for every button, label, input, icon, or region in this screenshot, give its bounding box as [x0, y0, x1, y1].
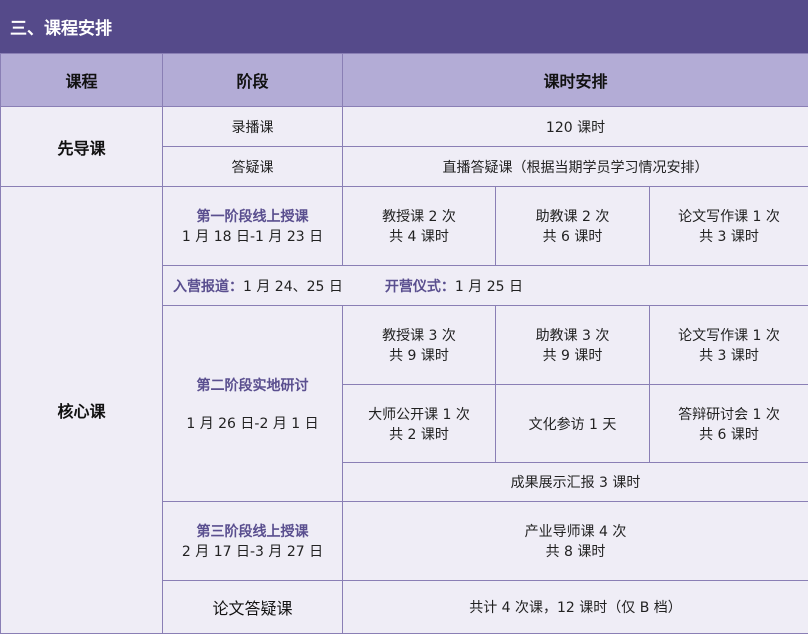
schedule-qa: 直播答疑课（根据当期学员学习情况安排）	[343, 147, 808, 187]
cell-line1: 教授课 2 次	[343, 206, 495, 226]
cell-line1: 助教课 2 次	[496, 206, 649, 226]
cell-line1: 助教课 3 次	[496, 325, 649, 345]
cell-line2: 共 9 课时	[343, 345, 495, 365]
course-thesis: 论文答疑课	[163, 581, 343, 634]
checkin-info-row: 入营报道：1 月 24、25 日 开营仪式：1 月 25 日	[163, 266, 808, 306]
cell-line2: 共 3 课时	[650, 345, 808, 365]
phase2-cell-assistant: 助教课 3 次 共 9 课时	[496, 306, 650, 385]
phase3-schedule: 产业导师课 4 次 共 8 课时	[343, 502, 808, 581]
stage-qa: 答疑课	[163, 147, 343, 187]
stage-recorded: 录播课	[163, 107, 343, 147]
checkin-label: 入营报道：	[173, 279, 243, 295]
checkin-value: 1 月 24、25 日	[243, 279, 343, 295]
cell-line1: 产业导师课 4 次	[343, 521, 808, 541]
cell-line1: 大师公开课 1 次	[343, 404, 495, 424]
phase3-dates: 2 月 17 日-3 月 27 日	[163, 541, 342, 561]
phase3-name: 第三阶段线上授课	[163, 521, 342, 541]
cell-line1: 论文写作课 1 次	[650, 325, 808, 345]
phase1-cell-writing: 论文写作课 1 次 共 3 课时	[650, 187, 808, 266]
header-stage: 阶段	[163, 54, 343, 107]
phase2-cell-culture: 文化参访 1 天	[496, 385, 650, 463]
course-guide: 先导课	[1, 107, 163, 187]
cell-line1: 论文写作课 1 次	[650, 206, 808, 226]
cell-line1: 答辩研讨会 1 次	[650, 404, 808, 424]
course-core: 核心课	[1, 187, 163, 634]
phase2-name: 第二阶段实地研讨	[163, 375, 342, 395]
cell-line2: 共 8 课时	[343, 541, 808, 561]
thesis-schedule: 共计 4 次课，12 课时（仅 B 档）	[343, 581, 808, 634]
cell-line2: 共 9 课时	[496, 345, 649, 365]
cell-line1: 教授课 3 次	[343, 325, 495, 345]
phase1-stage: 第一阶段线上授课 1 月 18 日-1 月 23 日	[163, 187, 343, 266]
phase1-dates: 1 月 18 日-1 月 23 日	[163, 226, 342, 246]
phase1-name: 第一阶段线上授课	[163, 206, 342, 226]
header-schedule: 课时安排	[343, 54, 808, 107]
header-course: 课程	[1, 54, 163, 107]
phase2-cell-defense: 答辩研讨会 1 次 共 6 课时	[650, 385, 808, 463]
ceremony-label: 开营仪式：	[385, 279, 455, 295]
phase1-cell-assistant: 助教课 2 次 共 6 课时	[496, 187, 650, 266]
phase2-cell-professor: 教授课 3 次 共 9 课时	[343, 306, 496, 385]
phase2-cell-master: 大师公开课 1 次 共 2 课时	[343, 385, 496, 463]
phase3-stage: 第三阶段线上授课 2 月 17 日-3 月 27 日	[163, 502, 343, 581]
cell-line2: 共 3 课时	[650, 226, 808, 246]
phase2-cell-writing: 论文写作课 1 次 共 3 课时	[650, 306, 808, 385]
course-schedule-table: 课程 阶段 课时安排 先导课 录播课 120 课时 答疑课 直播答疑课（根据当期…	[0, 53, 808, 634]
cell-line2: 共 2 课时	[343, 424, 495, 444]
ceremony-value: 1 月 25 日	[455, 279, 523, 295]
section-title: 三、课程安排	[0, 0, 808, 53]
phase2-summary: 成果展示汇报 3 课时	[343, 463, 808, 502]
cell-line2: 共 6 课时	[496, 226, 649, 246]
schedule-recorded: 120 课时	[343, 107, 808, 147]
phase2-stage: 第二阶段实地研讨 1 月 26 日-2 月 1 日	[163, 306, 343, 502]
phase1-cell-professor: 教授课 2 次 共 4 课时	[343, 187, 496, 266]
cell-line2: 共 6 课时	[650, 424, 808, 444]
phase2-dates: 1 月 26 日-2 月 1 日	[163, 413, 342, 433]
cell-line2: 共 4 课时	[343, 226, 495, 246]
